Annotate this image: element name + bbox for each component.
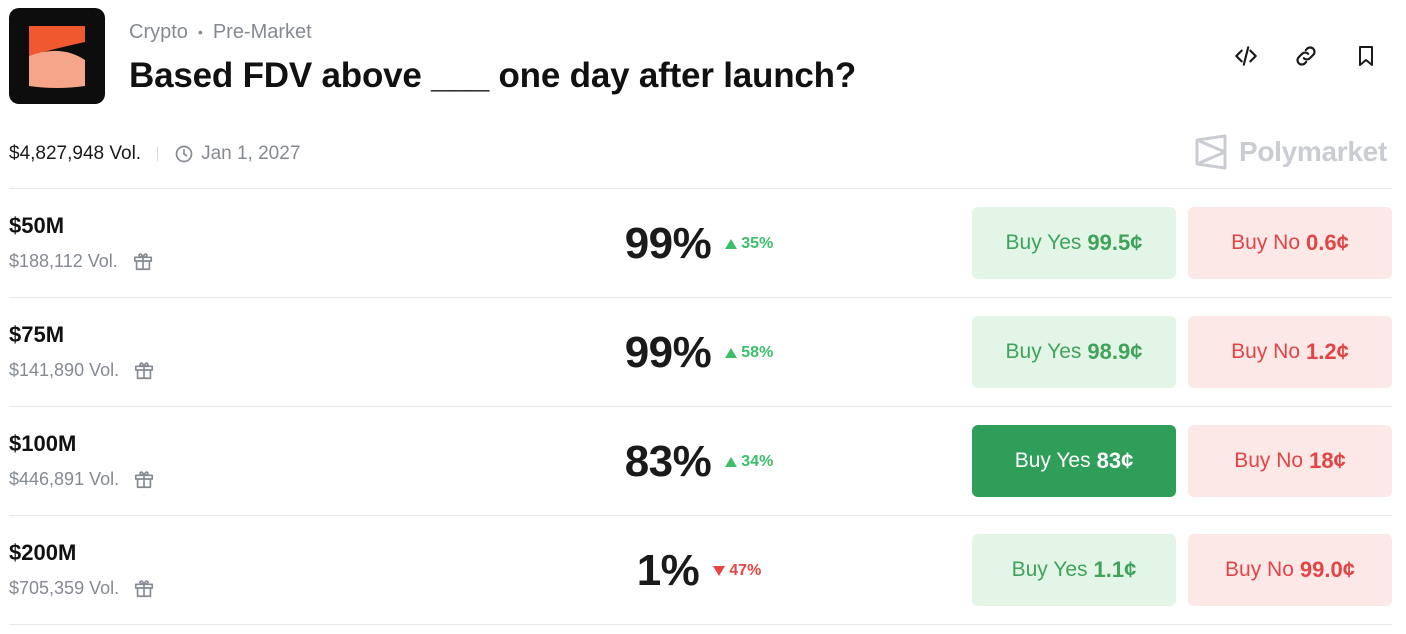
- buy-no-price: 18¢: [1309, 448, 1346, 473]
- probability-change: 34%: [725, 453, 773, 471]
- buy-yes-label: Buy Yes: [1005, 231, 1082, 254]
- probability-value: 99%: [624, 219, 712, 268]
- buy-no-label: Buy No: [1234, 449, 1304, 472]
- market-row[interactable]: $100M $446,891 Vol. 83% 34% Buy Yes 83¢ Buy No…: [9, 406, 1392, 515]
- probability-change: 47%: [713, 562, 761, 580]
- probability-value: 99%: [624, 328, 712, 377]
- end-date-text: Jan 1, 2027: [201, 143, 301, 164]
- probability: 99% 58%: [569, 328, 829, 378]
- gift-icon: [135, 362, 154, 380]
- copy-link-button[interactable]: [1288, 40, 1324, 72]
- buy-no-label: Buy No: [1231, 340, 1301, 363]
- end-date: Jan 1, 2027: [174, 143, 300, 165]
- buy-no-price: 99.0¢: [1299, 557, 1355, 582]
- bookmark-icon: [1359, 46, 1373, 66]
- buy-no-button[interactable]: Buy No 99.0¢: [1188, 534, 1392, 606]
- buy-yes-price: 1.1¢: [1093, 557, 1137, 582]
- probability-change: 58%: [725, 344, 773, 362]
- polymarket-logo-icon: [1195, 134, 1227, 170]
- outcome-volume: $188,112 Vol.: [9, 250, 154, 272]
- breadcrumb-subcategory[interactable]: Pre-Market: [213, 21, 312, 44]
- buy-no-label: Buy No: [1231, 231, 1301, 254]
- market-row[interactable]: $50M $188,112 Vol. 99% 35% Buy Yes 99.5¢ Buy N…: [9, 188, 1392, 297]
- buy-no-button[interactable]: Buy No 18¢: [1188, 425, 1392, 497]
- arrow-up-icon: [725, 239, 738, 249]
- breadcrumb-separator: •: [197, 24, 203, 40]
- market-row[interactable]: $200M $705,359 Vol. 1% 47% Buy Yes 1.1¢ Buy No…: [9, 515, 1392, 625]
- probability-change-value: 35%: [741, 235, 774, 252]
- buy-yes-label: Buy Yes: [1005, 340, 1082, 363]
- probability-value: 83%: [624, 437, 712, 486]
- buy-no-price: 1.2¢: [1306, 339, 1349, 364]
- buy-no-price: 0.6¢: [1306, 230, 1349, 255]
- probability: 99% 35%: [569, 219, 829, 269]
- outcome-volume-text: $188,112 Vol.: [9, 250, 118, 271]
- gift-icon: [135, 580, 154, 598]
- outcome-volume: $141,890 Vol.: [9, 359, 155, 381]
- embed-button[interactable]: [1228, 40, 1264, 72]
- based-logo-icon: [29, 26, 85, 88]
- meta-divider: [157, 147, 159, 161]
- buy-yes-label: Buy Yes: [1014, 449, 1091, 472]
- buy-yes-button[interactable]: Buy Yes 99.5¢: [972, 207, 1176, 279]
- outcome-label: $75M: [9, 322, 65, 347]
- outcome-volume: $446,891 Vol.: [9, 468, 155, 490]
- buy-yes-button[interactable]: Buy Yes 98.9¢: [972, 316, 1176, 388]
- probability: 1% 47%: [569, 546, 829, 596]
- probability: 83% 34%: [569, 437, 829, 487]
- arrow-up-icon: [725, 348, 738, 358]
- breadcrumb: Crypto • Pre-Market: [129, 20, 312, 44]
- arrow-down-icon: [713, 566, 726, 576]
- outcome-label: $100M: [9, 431, 77, 456]
- outcome-volume-text: $141,890 Vol.: [9, 359, 120, 380]
- total-volume: $4,827,948 Vol.: [9, 143, 142, 164]
- brand-name: Polymarket: [1239, 136, 1387, 167]
- clock-icon: [175, 145, 193, 163]
- buy-yes-label: Buy Yes: [1011, 558, 1088, 581]
- arrow-up-icon: [725, 457, 738, 467]
- market-logo: [9, 8, 105, 104]
- buy-no-button[interactable]: Buy No 1.2¢: [1188, 316, 1392, 388]
- header-actions: [1228, 40, 1384, 72]
- code-icon: [1235, 46, 1257, 66]
- probability-change-value: 47%: [729, 562, 762, 579]
- market-meta: $4,827,948 Vol. Jan 1, 2027: [9, 142, 300, 166]
- polymarket-brand: Polymarket: [1194, 134, 1387, 170]
- gift-icon: [135, 471, 154, 489]
- probability-change-value: 58%: [741, 344, 774, 361]
- gift-icon: [133, 253, 152, 271]
- outcome-volume-text: $705,359 Vol.: [9, 577, 120, 598]
- probability-value: 1%: [636, 546, 700, 595]
- outcome-table: $50M $188,112 Vol. 99% 35% Buy Yes 99.5¢ Buy N…: [9, 188, 1392, 625]
- probability-change-value: 34%: [741, 453, 774, 470]
- breadcrumb-category[interactable]: Crypto: [129, 21, 188, 44]
- buy-yes-price: 99.5¢: [1087, 230, 1143, 255]
- outcome-volume: $705,359 Vol.: [9, 577, 155, 599]
- buy-no-label: Buy No: [1225, 558, 1294, 581]
- link-icon: [1296, 46, 1316, 66]
- buy-yes-price: 98.9¢: [1087, 339, 1143, 364]
- buy-yes-button[interactable]: Buy Yes 1.1¢: [972, 534, 1176, 606]
- market-row[interactable]: $75M $141,890 Vol. 99% 58% Buy Yes 98.9¢ Buy N…: [9, 297, 1392, 406]
- buy-no-button[interactable]: Buy No 0.6¢: [1188, 207, 1392, 279]
- probability-change: 35%: [725, 235, 773, 253]
- buy-yes-button[interactable]: Buy Yes 83¢: [972, 425, 1176, 497]
- page-title: Based FDV above ___ one day after launch…: [129, 56, 857, 95]
- bookmark-button[interactable]: [1348, 40, 1384, 72]
- outcome-volume-text: $446,891 Vol.: [9, 468, 120, 489]
- outcome-label: $200M: [9, 540, 77, 565]
- outcome-label: $50M: [9, 213, 65, 238]
- buy-yes-price: 83¢: [1096, 448, 1134, 473]
